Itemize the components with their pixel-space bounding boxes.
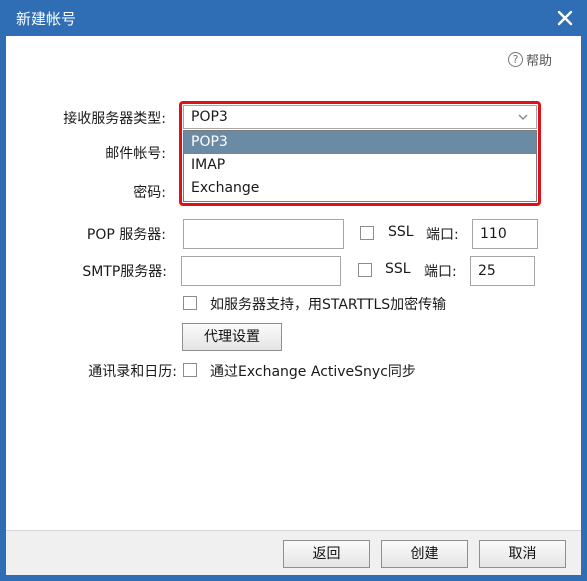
account-label: 邮件帐号: [105,146,166,162]
window-frame-left [0,36,6,581]
smtp-ssl-checkbox[interactable] [358,263,372,277]
activesync-checkbox[interactable] [183,363,197,377]
contacts-calendar-label: 通讯录和日历: [88,364,177,380]
pop-ssl-label: SSL [388,224,414,240]
window-frame-right [581,36,587,581]
smtp-ssl-label: SSL [385,261,411,277]
smtp-port-input[interactable]: 25 [470,256,535,286]
title-bar[interactable]: 新建帐号 [0,0,587,36]
help-link[interactable]: ? 帮助 [507,50,552,69]
activesync-label: 通过Exchange ActiveSnyc同步 [210,364,416,380]
help-label: 帮助 [525,54,552,69]
server-type-dropdown: POP3 IMAP Exchange [183,130,537,202]
dropdown-option-imap[interactable]: IMAP [184,154,536,177]
create-button[interactable]: 创建 [381,540,468,568]
back-button[interactable]: 返回 [283,540,370,568]
help-circle-icon: ? [507,52,523,67]
server-type-value: POP3 [191,109,228,125]
starttls-checkbox[interactable] [183,296,197,310]
pop-port-label: 端口: [426,227,459,243]
server-type-label: 接收服务器类型: [63,111,166,127]
server-type-select[interactable]: POP3 [183,105,537,129]
smtp-port-label: 端口: [424,264,457,280]
close-icon[interactable] [551,4,579,32]
window-title: 新建帐号 [16,10,77,28]
pop-server-input[interactable] [183,219,344,249]
smtp-server-input[interactable] [181,256,341,286]
pop-server-label: POP 服务器: [86,227,166,243]
dropdown-option-pop3[interactable]: POP3 [184,131,536,154]
proxy-settings-button[interactable]: 代理设置 [182,323,282,351]
password-label: 密码: [133,185,166,201]
window-frame-bottom [0,575,587,581]
new-account-dialog: 新建帐号 ? 帮助 接收服务器类型: POP3 POP3 IMAP Exchan… [0,0,587,581]
dropdown-option-exchange[interactable]: Exchange [184,177,536,200]
smtp-server-label: SMTP服务器: [82,264,167,280]
chevron-down-icon [518,110,528,124]
starttls-label: 如服务器支持，用STARTTLS加密传输 [210,297,447,313]
pop-port-input[interactable]: 110 [472,219,538,249]
pop-ssl-checkbox[interactable] [360,226,374,240]
cancel-button[interactable]: 取消 [479,540,566,568]
